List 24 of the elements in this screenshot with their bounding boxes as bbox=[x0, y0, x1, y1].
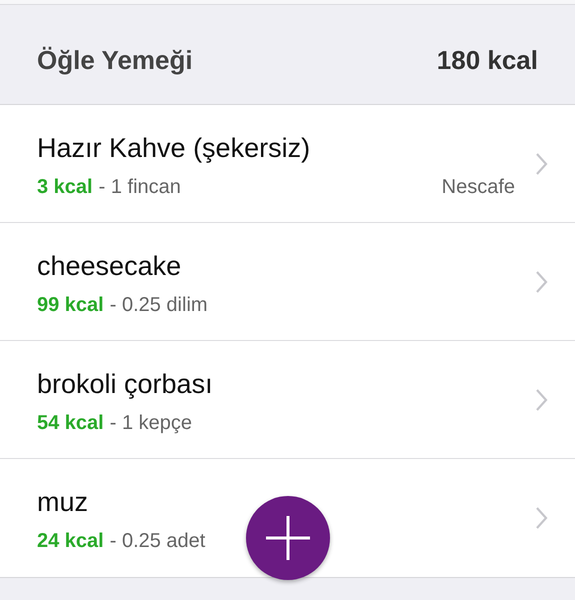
portion-label: - 1 kepçe bbox=[110, 412, 192, 434]
total-calories: 180 kcal bbox=[436, 45, 538, 76]
section-title: Öğle Yemeği bbox=[37, 45, 193, 76]
portion-label: - 0.25 adet bbox=[110, 530, 206, 553]
food-name: cheesecake bbox=[37, 250, 182, 282]
calories-label: 99 kcal bbox=[37, 294, 104, 316]
food-item[interactable]: brokoli çorbası 54 kcal - 1 kepçe bbox=[0, 341, 575, 459]
food-name: muz bbox=[37, 487, 90, 518]
calories-label: 24 kcal bbox=[37, 530, 104, 553]
food-item[interactable]: Hazır Kahve (şekersiz) 3 kcal - 1 fincan Nescafe bbox=[0, 105, 575, 223]
food-name: brokoli çorbası bbox=[37, 368, 214, 400]
food-item[interactable]: muz 24 kcal - 0.25 adet bbox=[0, 459, 575, 577]
calories-label: 54 kcal bbox=[37, 412, 104, 434]
chevron-icon bbox=[535, 388, 548, 412]
portion-label: - 1 fincan bbox=[98, 176, 181, 198]
chevron-icon bbox=[535, 152, 548, 176]
plus-icon bbox=[264, 514, 312, 562]
chevron-icon bbox=[535, 270, 548, 294]
brand-label: Nescafe bbox=[442, 176, 515, 198]
calories-label: 3 kcal bbox=[37, 176, 93, 198]
food-name: Hazır Kahve (şekersiz) bbox=[37, 132, 312, 164]
chevron-icon bbox=[535, 506, 548, 530]
portion-label: - 0.25 dilim bbox=[110, 294, 208, 316]
food-item[interactable]: cheesecake 99 kcal - 0.25 dilim bbox=[0, 223, 575, 341]
